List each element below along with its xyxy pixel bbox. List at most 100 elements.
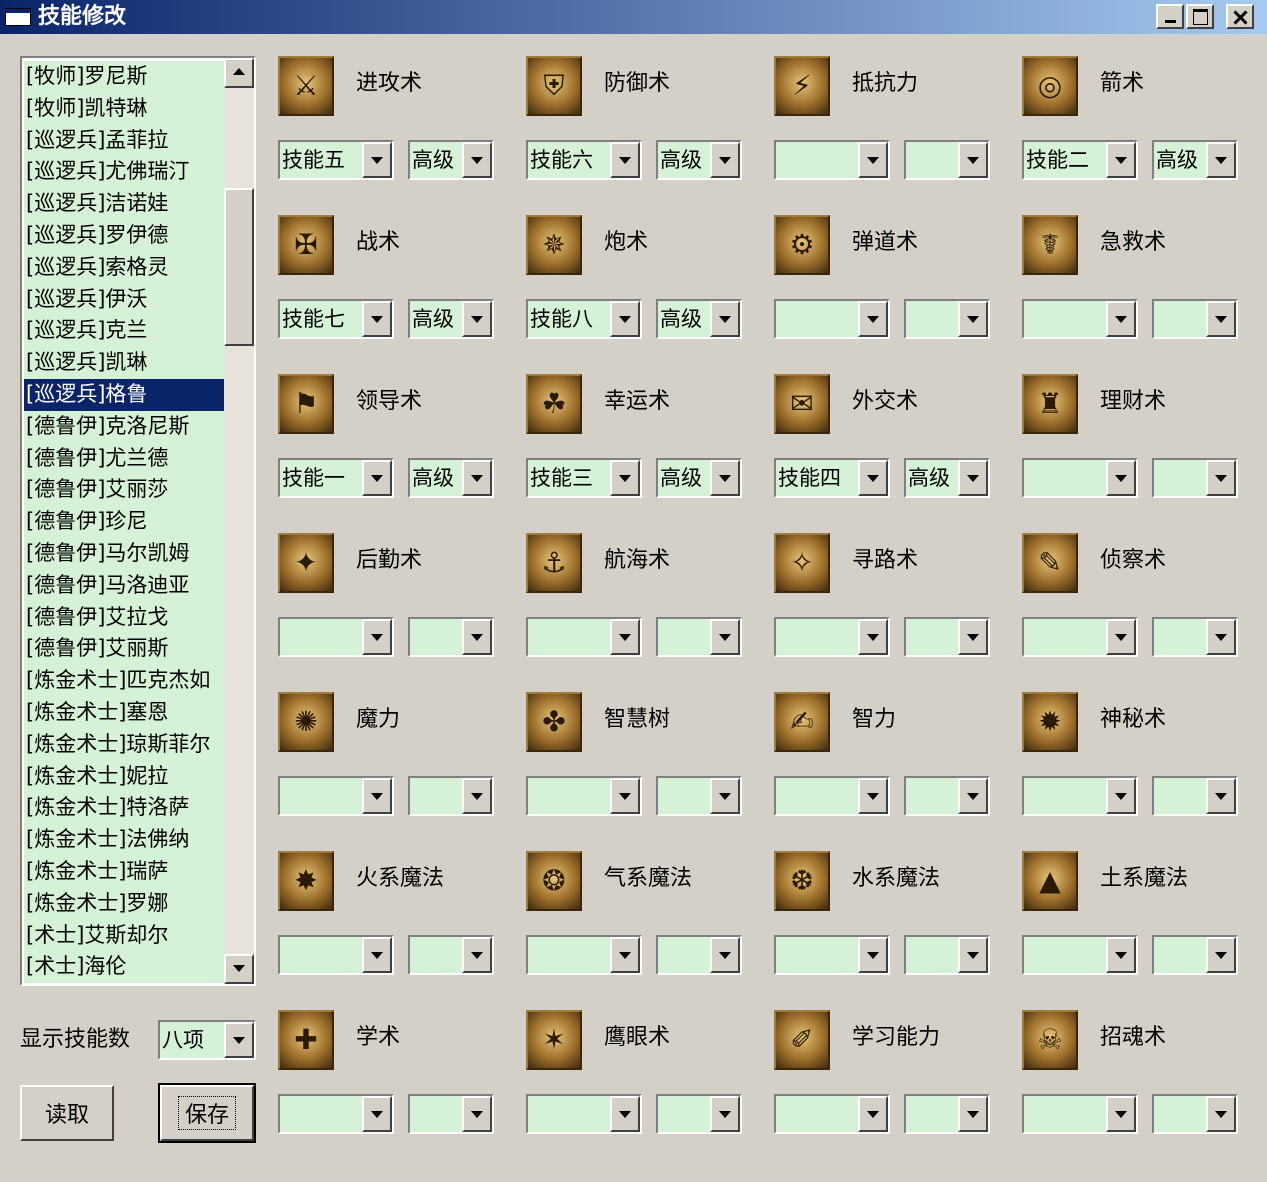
skill-slot-select[interactable] [526,1094,642,1134]
skill-level-select[interactable] [408,776,494,816]
chevron-down-icon[interactable] [958,460,988,496]
skill-level-select[interactable]: 高级 [408,140,494,180]
skill-slot-select[interactable] [1022,617,1138,657]
list-item[interactable]: [巡逻兵]罗伊德 [24,219,224,252]
chevron-down-icon[interactable] [858,301,888,337]
list-item[interactable]: [巡逻兵]洁诺娃 [24,188,224,220]
save-button[interactable]: 保存 [158,1083,256,1143]
skill-level-select[interactable] [904,140,990,180]
chevron-down-icon[interactable] [1106,460,1136,496]
list-item[interactable]: [炼金术士]瑞萨 [24,855,224,888]
list-item[interactable]: [德鲁伊]尤兰德 [24,442,224,475]
skill-level-select[interactable] [904,299,990,339]
skill-slot-select[interactable] [774,140,890,180]
chevron-down-icon[interactable] [958,1096,988,1132]
scroll-up-button[interactable] [224,58,254,88]
chevron-down-icon[interactable] [462,937,492,973]
title-bar[interactable]: 技能修改 [0,0,1267,34]
chevron-down-icon[interactable] [362,619,392,655]
chevron-down-icon[interactable] [462,778,492,814]
list-item[interactable]: [术士]艾斯却尔 [24,919,224,952]
skill-level-select[interactable]: 高级 [904,458,990,498]
chevron-down-icon[interactable] [858,778,888,814]
chevron-down-icon[interactable] [1106,619,1136,655]
list-item[interactable]: [炼金术士]特洛萨 [24,792,224,825]
chevron-down-icon[interactable] [1206,142,1236,178]
skill-level-select[interactable] [656,935,742,975]
list-item[interactable]: [德鲁伊]艾拉戈 [24,601,224,634]
chevron-down-icon[interactable] [1106,1096,1136,1132]
skill-slot-select[interactable] [1022,299,1138,339]
skill-slot-select[interactable]: 技能五 [278,140,394,180]
skill-slot-select[interactable] [774,617,890,657]
chevron-down-icon[interactable] [362,301,392,337]
skill-level-select[interactable] [656,776,742,816]
chevron-down-icon[interactable] [610,619,640,655]
chevron-down-icon[interactable] [710,778,740,814]
skill-level-select[interactable]: 高级 [408,458,494,498]
skill-level-select[interactable] [656,1094,742,1134]
chevron-down-icon[interactable] [1206,460,1236,496]
list-item[interactable]: [巡逻兵]孟菲拉 [24,124,224,157]
skill-slot-select[interactable]: 技能四 [774,458,890,498]
chevron-down-icon[interactable] [958,142,988,178]
skill-level-select[interactable] [1152,935,1238,975]
chevron-down-icon[interactable] [610,301,640,337]
skill-slot-select[interactable] [278,776,394,816]
skill-level-select[interactable]: 高级 [1152,140,1238,180]
skill-slot-select[interactable] [1022,1094,1138,1134]
maximize-button[interactable] [1186,4,1214,29]
skill-slot-select[interactable]: 技能一 [278,458,394,498]
list-item[interactable]: [牧师]凯特琳 [24,92,224,125]
skill-slot-select[interactable] [774,1094,890,1134]
skill-slot-select[interactable] [526,935,642,975]
chevron-down-icon[interactable] [610,460,640,496]
chevron-down-icon[interactable] [710,460,740,496]
skill-slot-select[interactable]: 技能七 [278,299,394,339]
list-item[interactable]: [巡逻兵]凯琳 [24,347,224,379]
chevron-down-icon[interactable] [1106,778,1136,814]
list-item[interactable]: [德鲁伊]马尔凯姆 [24,537,224,570]
skill-level-select[interactable] [408,617,494,657]
chevron-down-icon[interactable] [1206,301,1236,337]
chevron-down-icon[interactable] [1106,142,1136,178]
skill-count-select[interactable]: 八项 [158,1020,256,1060]
list-item[interactable]: [巡逻兵]伊沃 [24,283,224,316]
chevron-down-icon[interactable] [710,301,740,337]
list-item[interactable]: [炼金术士]匹克杰如 [24,665,224,697]
skill-slot-select[interactable] [278,1094,394,1134]
skill-level-select[interactable]: 高级 [656,299,742,339]
chevron-down-icon[interactable] [610,142,640,178]
list-item[interactable]: [炼金术士]妮拉 [24,760,224,793]
skill-level-select[interactable]: 高级 [408,299,494,339]
skill-level-select[interactable] [1152,776,1238,816]
skill-slot-select[interactable] [774,299,890,339]
chevron-down-icon[interactable] [710,619,740,655]
chevron-down-icon[interactable] [462,1096,492,1132]
skill-level-select[interactable] [904,776,990,816]
skill-level-select[interactable] [1152,1094,1238,1134]
chevron-down-icon[interactable] [224,1022,254,1058]
chevron-down-icon[interactable] [1106,301,1136,337]
close-button[interactable] [1226,4,1254,29]
list-item[interactable]: [德鲁伊]马洛迪亚 [24,569,224,602]
skill-slot-select[interactable] [774,935,890,975]
chevron-down-icon[interactable] [610,778,640,814]
list-item[interactable]: [德鲁伊]艾丽莎 [24,474,224,507]
skill-slot-select[interactable] [1022,935,1138,975]
scroll-down-button[interactable] [224,954,254,984]
skill-level-select[interactable] [408,935,494,975]
skill-slot-select[interactable]: 技能三 [526,458,642,498]
chevron-down-icon[interactable] [858,619,888,655]
skill-slot-select[interactable] [526,776,642,816]
chevron-down-icon[interactable] [462,301,492,337]
load-button[interactable]: 读取 [20,1085,114,1141]
skill-level-select[interactable] [656,617,742,657]
list-item[interactable]: [炼金术士]琼斯菲尔 [24,728,224,761]
chevron-down-icon[interactable] [958,619,988,655]
list-item[interactable]: [术士]海伦 [24,951,224,984]
skill-slot-select[interactable] [774,776,890,816]
skill-level-select[interactable]: 高级 [656,140,742,180]
chevron-down-icon[interactable] [610,1096,640,1132]
chevron-down-icon[interactable] [362,460,392,496]
